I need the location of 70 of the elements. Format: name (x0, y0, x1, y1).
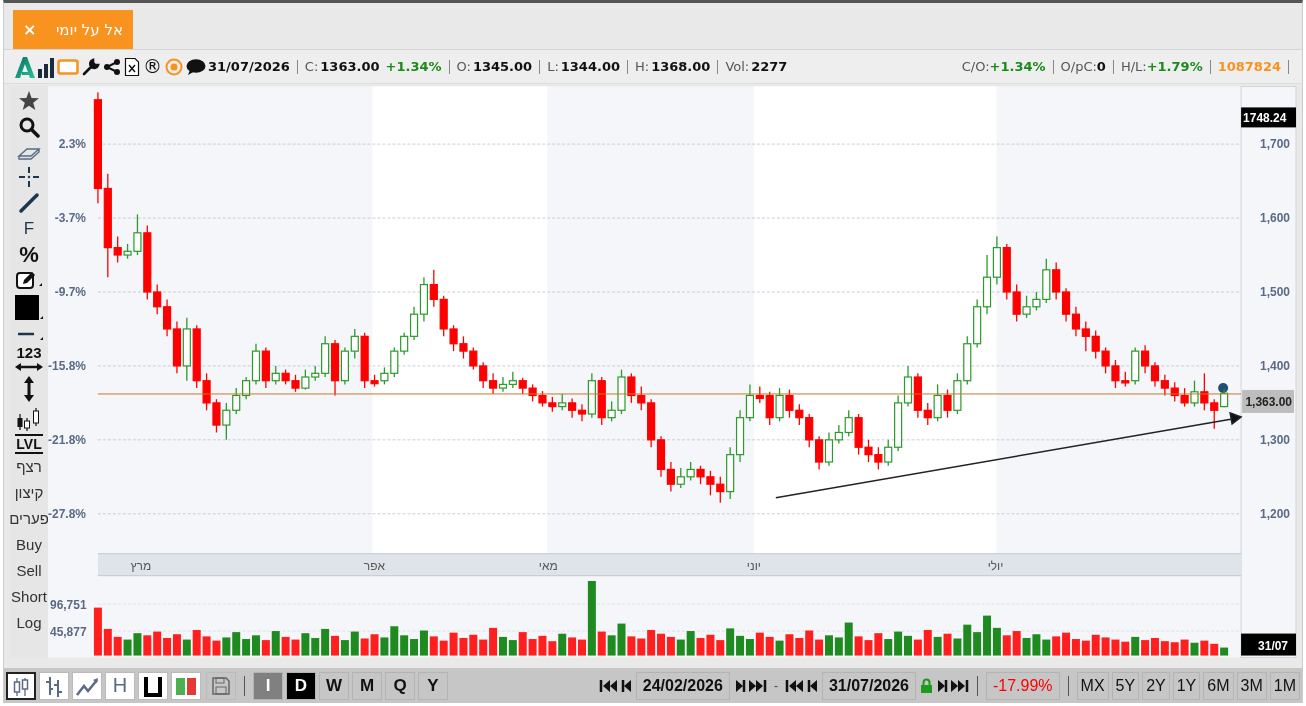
percent-axis-label: -27.8% (48, 506, 86, 521)
volume-axis-label: 96,751 (50, 598, 87, 612)
month-label: יולי (987, 558, 1004, 573)
period-button[interactable]: 3M (1236, 671, 1267, 700)
end-date-field[interactable]: 31/07/2026 (821, 671, 916, 700)
change-value: +1.34% (385, 59, 442, 74)
volume-axis-label: 45,877 (50, 625, 87, 640)
tool-command[interactable]: פערים (9, 506, 49, 532)
stat-label: O/pC: (1060, 59, 1097, 74)
price-axis-label: 1,500 (1260, 285, 1290, 299)
tool-command[interactable]: קיצון (14, 480, 44, 506)
field-label: C: (304, 59, 319, 74)
percent-axis-label: -3.7% (54, 211, 86, 226)
price-axis-label: 1,400 (1260, 358, 1290, 373)
tool-command[interactable]: Log (16, 610, 42, 636)
percent-axis-label: -9.7% (54, 285, 86, 299)
month-label: מרץ (130, 558, 152, 573)
stat-value: +1.34% (989, 59, 1046, 74)
field-label: Vol: (725, 59, 750, 74)
interval-button[interactable]: D (286, 671, 316, 700)
period-button[interactable]: 2Y (1142, 671, 1170, 700)
field-value: 1368.00 (651, 59, 711, 74)
month-label: מאי (538, 558, 558, 573)
turnover-value: 1087824 (1217, 59, 1281, 74)
field-label: L: (547, 59, 559, 74)
tool-command[interactable]: Buy (16, 532, 42, 558)
period-button[interactable]: 1M (1269, 671, 1300, 700)
period-button[interactable]: 6M (1203, 671, 1234, 700)
field-label: O: (456, 59, 471, 74)
chart-type-button[interactable]: H (105, 671, 135, 700)
last-date-tag: 31/07 (1241, 633, 1296, 656)
percent-axis-label: -21.8% (48, 432, 86, 447)
field-value: 1344.00 (560, 59, 620, 74)
month-label: יוני (746, 558, 761, 573)
price-axis-label: 1,200 (1260, 506, 1290, 521)
percent-axis-label: 2.3% (58, 137, 86, 152)
stat-value: +1.79% (1146, 59, 1203, 74)
tool-command[interactable]: רצף (16, 454, 42, 480)
period-button[interactable]: 5Y (1111, 671, 1140, 700)
high-price-tag: 1748.24 (1241, 107, 1296, 128)
start-date-field[interactable]: 24/02/2026 (635, 671, 730, 700)
quote-date: 31/07/2026 (208, 59, 290, 74)
tool-button[interactable]: % (19, 242, 39, 268)
level-tool[interactable]: LVL (15, 434, 43, 454)
interval-button[interactable]: Y (418, 671, 448, 700)
range-dash: - (773, 678, 778, 693)
month-label: אפר (363, 558, 386, 573)
measure-tool[interactable]: 123 (15, 345, 43, 374)
field-value: 1363.00 (320, 59, 380, 74)
tool-button[interactable]: F (23, 216, 35, 242)
percent-axis-label: -15.8% (48, 358, 86, 373)
stat-label: H/L: (1120, 59, 1147, 74)
field-value: 1345.00 (472, 59, 533, 74)
interval-button[interactable]: M (352, 671, 382, 700)
registered-icon[interactable]: ® (143, 57, 162, 76)
last-price-tag: 1,363.00 (1242, 389, 1294, 413)
interval-button[interactable]: W (319, 671, 349, 700)
tool-command[interactable]: Sell (16, 558, 42, 584)
stat-value: 0 (1096, 59, 1106, 74)
tool-command[interactable]: Short (11, 584, 47, 610)
field-label: H: (635, 59, 650, 74)
price-axis-label: 1,300 (1260, 432, 1290, 447)
period-button[interactable]: MX (1076, 671, 1109, 700)
period-button[interactable]: 1Y (1172, 671, 1201, 700)
interval-button[interactable]: Q (385, 671, 415, 700)
stat-label: C/O: (961, 59, 990, 74)
price-axis-label: 1,600 (1260, 211, 1290, 226)
field-value: 2277 (751, 59, 788, 74)
price-axis-label: 1,700 (1260, 137, 1290, 152)
range-change-value: -17.99% (985, 671, 1060, 700)
